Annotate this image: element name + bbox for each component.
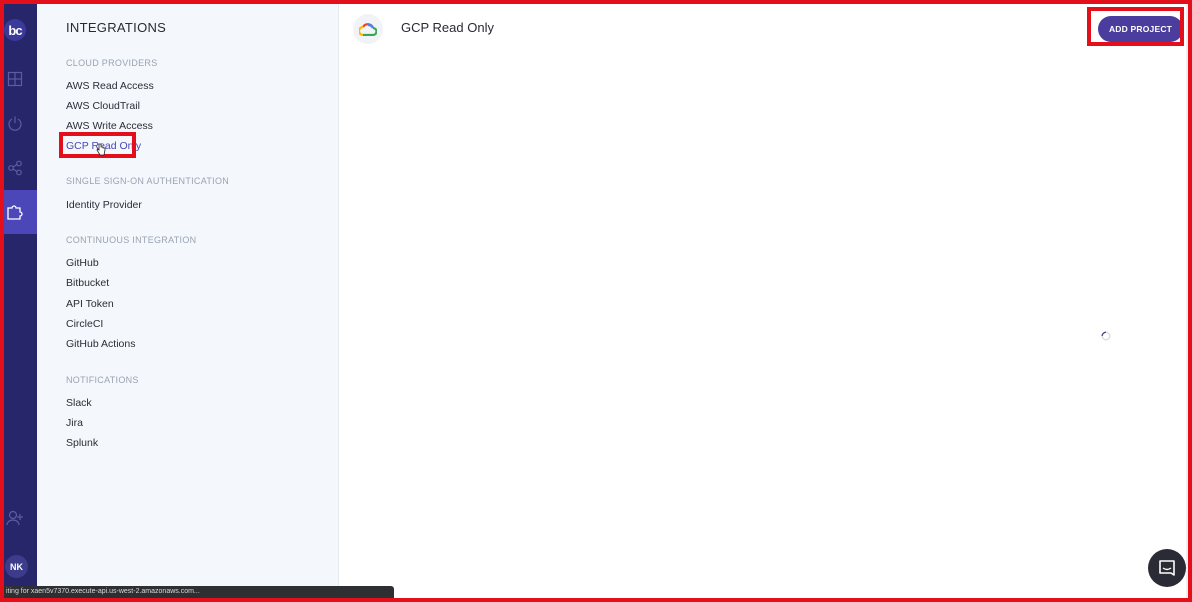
section-header-notifications: NOTIFICATIONS bbox=[66, 375, 139, 385]
browser-status-bar: iting for xaen5v7370.execute-api.us-west… bbox=[4, 586, 394, 598]
sidebar-item-aws-write-access[interactable]: AWS Write Access bbox=[66, 120, 153, 132]
integrations-sidebar: INTEGRATIONS CLOUD PROVIDERS AWS Read Ac… bbox=[37, 4, 339, 598]
page-title: GCP Read Only bbox=[401, 20, 494, 35]
chat-icon bbox=[1159, 560, 1175, 576]
avatar[interactable]: NK bbox=[5, 555, 28, 578]
add-user-icon[interactable] bbox=[4, 507, 26, 529]
icon-rail: bc NK bbox=[4, 4, 37, 598]
sidebar-item-jira[interactable]: Jira bbox=[66, 417, 83, 429]
sidebar-item-api-token[interactable]: API Token bbox=[66, 298, 114, 310]
dashboard-icon[interactable] bbox=[4, 68, 26, 90]
highlight-box-add-project bbox=[1087, 7, 1184, 46]
sidebar-item-circleci[interactable]: CircleCI bbox=[66, 318, 103, 330]
logo-mark: bc bbox=[4, 19, 26, 41]
section-header-cloud-providers: CLOUD PROVIDERS bbox=[66, 58, 158, 68]
sidebar-title: INTEGRATIONS bbox=[66, 20, 167, 35]
sidebar-item-splunk[interactable]: Splunk bbox=[66, 437, 98, 449]
sidebar-item-aws-read-access[interactable]: AWS Read Access bbox=[66, 80, 154, 92]
integrations-puzzle-icon[interactable] bbox=[4, 201, 26, 223]
share-icon[interactable] bbox=[4, 157, 26, 179]
logo[interactable]: bc bbox=[4, 16, 26, 44]
sidebar-item-github[interactable]: GitHub bbox=[66, 257, 99, 269]
google-cloud-icon bbox=[353, 14, 383, 44]
power-icon[interactable] bbox=[4, 112, 26, 134]
loading-spinner-icon bbox=[1101, 331, 1111, 341]
main-content: GCP Read Only ADD PROJECT bbox=[339, 4, 1188, 598]
sidebar-item-bitbucket[interactable]: Bitbucket bbox=[66, 277, 109, 289]
chat-support-button[interactable] bbox=[1148, 549, 1186, 587]
section-header-sso: SINGLE SIGN-ON AUTHENTICATION bbox=[66, 176, 230, 186]
hand-cursor-icon bbox=[96, 143, 106, 161]
sidebar-item-github-actions[interactable]: GitHub Actions bbox=[66, 338, 135, 350]
sidebar-item-identity-provider[interactable]: Identity Provider bbox=[66, 199, 142, 211]
section-header-continuous-integration: CONTINUOUS INTEGRATION bbox=[66, 235, 197, 245]
scrollbar[interactable] bbox=[1186, 4, 1188, 598]
sidebar-item-aws-cloudtrail[interactable]: AWS CloudTrail bbox=[66, 100, 140, 112]
sidebar-item-slack[interactable]: Slack bbox=[66, 397, 92, 409]
